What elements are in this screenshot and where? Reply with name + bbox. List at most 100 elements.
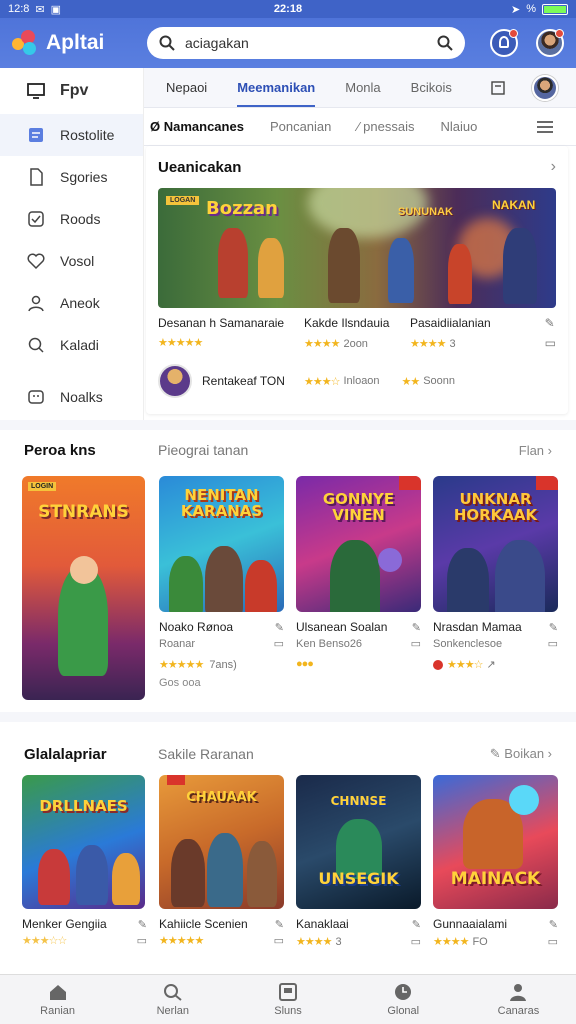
- section-more[interactable]: Flan ›: [519, 443, 552, 458]
- banner-title-right: NAKAN: [492, 198, 536, 212]
- bottom-nav-canaras[interactable]: Canaras: [461, 975, 576, 1024]
- bottom-nav-nerlan[interactable]: Nerlan: [115, 975, 230, 1024]
- subtab-pnessais[interactable]: ⁄ pnessais: [357, 119, 414, 134]
- comment-icon[interactable]: ▭: [274, 934, 284, 947]
- comment-icon[interactable]: ▭: [274, 637, 284, 650]
- review-row[interactable]: Rentakeaf TON ★★★☆ Inloaon ★★ Soonn: [158, 364, 556, 398]
- bookmark-icon[interactable]: [490, 80, 506, 96]
- search-bar[interactable]: [147, 27, 465, 59]
- profile-avatar-icon[interactable]: [532, 74, 558, 101]
- search-input[interactable]: [185, 35, 427, 51]
- edit-icon[interactable]: ✎: [138, 918, 147, 931]
- tab-nepaoi[interactable]: Nepaoi: [166, 80, 207, 95]
- chevron-right-icon[interactable]: ›: [551, 158, 556, 176]
- sidebar-item-roods[interactable]: Roods: [0, 198, 143, 240]
- edit-icon[interactable]: ✎: [275, 621, 284, 634]
- featured-item[interactable]: Pasaidiialanian ★★★★ 3 ✎ ▭: [410, 316, 556, 350]
- game-extra-2: Gos ooa: [159, 677, 201, 689]
- tab-bcikois[interactable]: Bcikois: [411, 80, 452, 95]
- thumbnail-title: CHAUAAK: [186, 790, 257, 805]
- subtab-poncanian[interactable]: Poncanian: [270, 119, 331, 134]
- bottom-nav-glonal[interactable]: Glonal: [346, 975, 461, 1024]
- thumbnail-title: MAINACK: [450, 869, 541, 889]
- comment-icon[interactable]: ▭: [548, 935, 558, 948]
- share-icon[interactable]: ↗: [486, 658, 495, 671]
- banner-tag: LOGAN: [166, 196, 200, 205]
- section-glalalapriar: Glalalapriar Sakile Raranan ✎ Boikan › D…: [0, 742, 576, 948]
- comment-icon[interactable]: ▭: [545, 336, 556, 350]
- comment-icon[interactable]: ▭: [137, 934, 147, 947]
- character-figure: [503, 228, 537, 304]
- edit-icon[interactable]: ✎: [412, 918, 421, 931]
- section-title: Peroa kns: [24, 441, 96, 459]
- search-icon: [163, 983, 182, 1001]
- game-thumbnail: CHNNSE UNSEGIK: [296, 775, 421, 909]
- notification-badge: [509, 29, 518, 38]
- battery-icon: [542, 3, 568, 15]
- tab-meemanikan[interactable]: Meemanikan: [237, 80, 316, 107]
- subtab-nlaiuo[interactable]: Nlaiuo: [440, 119, 477, 134]
- game-sub: FO: [472, 936, 488, 948]
- game-card[interactable]: CHNNSE UNSEGIK Kanaklaai ✎ ★★★★ 3 ▭: [296, 775, 421, 948]
- sidebar-item-label: Kaladi: [60, 337, 99, 353]
- game-card[interactable]: CHAUAAK Kahiicle Scenien ✎ ★★★★★ ▭: [159, 775, 284, 948]
- edit-icon[interactable]: ✎: [549, 621, 558, 634]
- game-card[interactable]: DRLLNAES Menker Gengiia ✎ ★★★☆☆ ▭: [22, 775, 147, 948]
- character-figure: [112, 853, 140, 905]
- search-icon: [159, 35, 175, 51]
- character-figure: [169, 556, 203, 612]
- game-thumbnail: MAINACK: [433, 775, 558, 909]
- comment-icon[interactable]: ▭: [411, 637, 421, 650]
- featured-item[interactable]: Kakde Ilsndauia ★★★★ 2oon: [304, 316, 410, 350]
- notification-icon[interactable]: [490, 29, 518, 57]
- featured-item-name: Pasaidiialanian: [410, 316, 491, 330]
- game-card[interactable]: UNKNAR HORKAAK Nrasdan Mamaa ✎ Sonkencles…: [433, 476, 558, 700]
- section-title: Glalalapriar: [24, 745, 107, 763]
- game-thumbnail: UNKNAR HORKAAK: [433, 476, 558, 612]
- game-card[interactable]: GONNYE VINEN Ulsanean Soalan ✎ Ken Benso2…: [296, 476, 421, 700]
- game-name: Gunnaaialami: [433, 917, 508, 931]
- divider: [0, 420, 576, 430]
- tab-monla[interactable]: Monla: [345, 80, 380, 95]
- featured-title: Ueanicakan: [158, 158, 242, 176]
- edit-icon[interactable]: ✎: [545, 316, 556, 330]
- game-card[interactable]: NENITAN KARANAS Noako Rønoa ✎ Roanar ▭ ★★★…: [159, 476, 284, 700]
- section-more[interactable]: ✎ Boikan ›: [490, 746, 552, 762]
- game-name: Menker Gengiia: [22, 917, 107, 931]
- edit-icon[interactable]: ✎: [549, 918, 558, 931]
- sidebar-item-sgories[interactable]: Sgories: [0, 156, 143, 198]
- review-sub: Soonn: [423, 375, 455, 387]
- search-submit-icon[interactable]: [437, 35, 453, 51]
- comment-icon[interactable]: ▭: [548, 637, 558, 650]
- section-subtitle[interactable]: Sakile Raranan: [158, 746, 254, 762]
- game-thumbnail: GONNYE VINEN: [296, 476, 421, 612]
- sidebar-item-noalks[interactable]: Noalks: [0, 376, 143, 418]
- featured-card: Ueanicakan › LOGAN Bozzan SUNUNAK NAKAN …: [146, 146, 568, 414]
- bottom-nav-ranian[interactable]: Ranian: [0, 975, 115, 1024]
- featured-banner[interactable]: LOGAN Bozzan SUNUNAK NAKAN: [158, 188, 556, 308]
- store-icon: [279, 982, 297, 1001]
- game-card[interactable]: MAINACK Gunnaaialami ✎ ★★★★ FO ▭: [433, 775, 558, 948]
- comment-icon[interactable]: ▭: [411, 935, 421, 948]
- sidebar-item-kaladi[interactable]: Kaladi: [0, 324, 143, 366]
- bottom-nav-sluns[interactable]: Sluns: [230, 975, 345, 1024]
- character-figure: [448, 244, 472, 304]
- sidebar-item-vosol[interactable]: Vosol: [0, 240, 143, 282]
- sidebar-item-rostolite[interactable]: Rostolite: [0, 114, 143, 156]
- game-name: Kanaklaai: [296, 917, 349, 931]
- file-icon: [26, 167, 46, 187]
- avatar[interactable]: [536, 29, 564, 57]
- character-figure: [205, 546, 243, 612]
- sidebar-item-aneok[interactable]: Aneok: [0, 282, 143, 324]
- subtab-namancanes[interactable]: Ø Namancanes: [150, 119, 244, 134]
- menu-icon[interactable]: [536, 120, 554, 134]
- user-icon: [26, 293, 46, 313]
- edit-icon[interactable]: ✎: [275, 918, 284, 931]
- featured-item[interactable]: Desanan h Samanaraie ★★★★★: [158, 316, 304, 350]
- sidebar-item-fpv[interactable]: Fpv: [0, 68, 143, 114]
- app-name: Apltai: [46, 31, 105, 54]
- app-logo[interactable]: Apltai: [12, 30, 142, 56]
- game-card[interactable]: LOGIN STNRANS: [22, 476, 147, 700]
- edit-icon[interactable]: ✎: [412, 621, 421, 634]
- section-subtitle[interactable]: Pieograi tanan: [158, 442, 248, 458]
